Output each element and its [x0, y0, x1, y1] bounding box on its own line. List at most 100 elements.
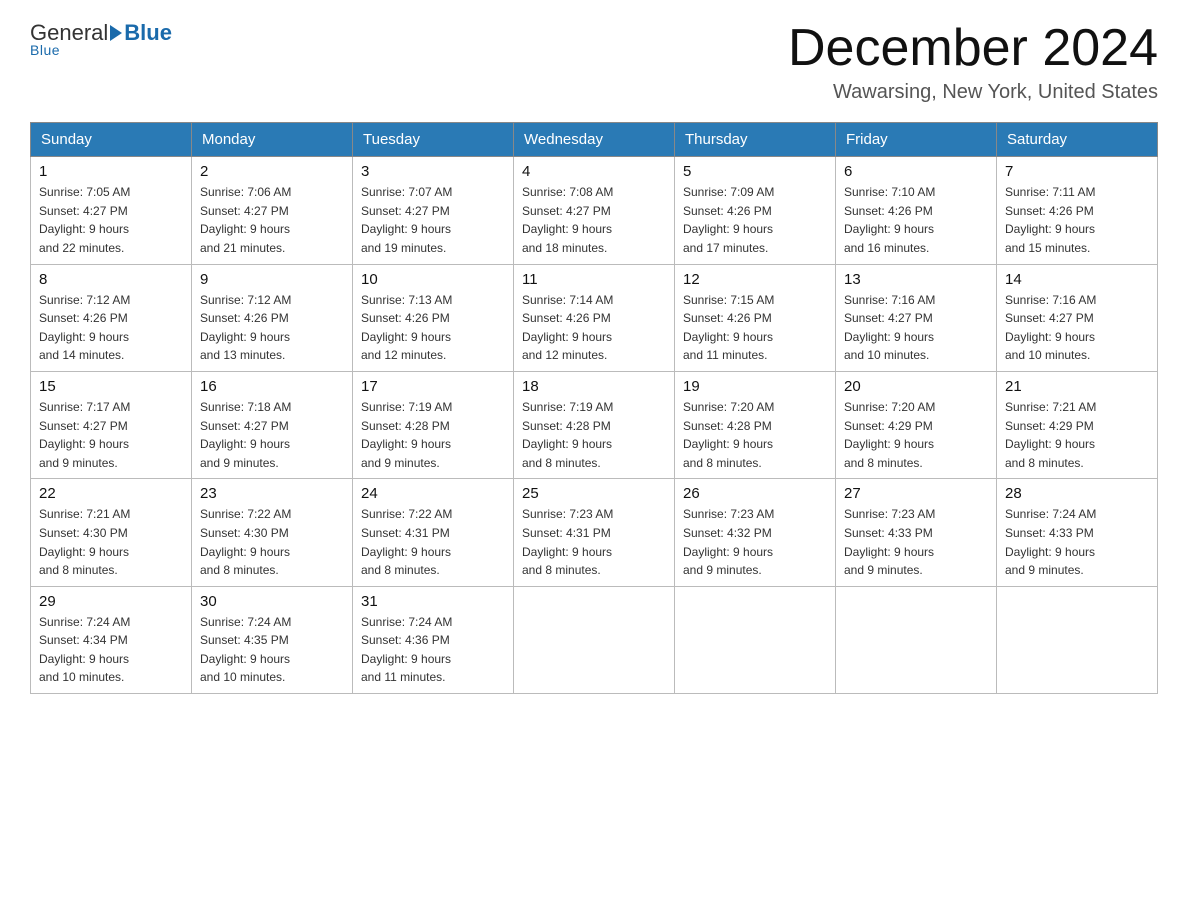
calendar-cell: 19 Sunrise: 7:20 AMSunset: 4:28 PMDaylig…	[675, 371, 836, 478]
day-number: 22	[39, 485, 183, 502]
day-info: Sunrise: 7:23 AMSunset: 4:31 PMDaylight:…	[522, 505, 666, 579]
day-info: Sunrise: 7:06 AMSunset: 4:27 PMDaylight:…	[200, 183, 344, 257]
day-info: Sunrise: 7:20 AMSunset: 4:29 PMDaylight:…	[844, 398, 988, 472]
day-info: Sunrise: 7:22 AMSunset: 4:31 PMDaylight:…	[361, 505, 505, 579]
calendar-cell: 18 Sunrise: 7:19 AMSunset: 4:28 PMDaylig…	[514, 371, 675, 478]
day-number: 9	[200, 271, 344, 288]
header-sunday: Sunday	[31, 123, 192, 157]
day-number: 21	[1005, 378, 1149, 395]
day-number: 7	[1005, 163, 1149, 180]
day-number: 1	[39, 163, 183, 180]
day-info: Sunrise: 7:09 AMSunset: 4:26 PMDaylight:…	[683, 183, 827, 257]
calendar-cell	[997, 586, 1158, 693]
day-info: Sunrise: 7:12 AMSunset: 4:26 PMDaylight:…	[39, 291, 183, 365]
day-number: 26	[683, 485, 827, 502]
calendar-cell: 1 Sunrise: 7:05 AMSunset: 4:27 PMDayligh…	[31, 157, 192, 264]
day-info: Sunrise: 7:11 AMSunset: 4:26 PMDaylight:…	[1005, 183, 1149, 257]
day-number: 24	[361, 485, 505, 502]
day-number: 8	[39, 271, 183, 288]
calendar-cell: 24 Sunrise: 7:22 AMSunset: 4:31 PMDaylig…	[353, 479, 514, 586]
day-number: 18	[522, 378, 666, 395]
calendar-cell: 8 Sunrise: 7:12 AMSunset: 4:26 PMDayligh…	[31, 264, 192, 371]
day-info: Sunrise: 7:19 AMSunset: 4:28 PMDaylight:…	[361, 398, 505, 472]
calendar-cell: 29 Sunrise: 7:24 AMSunset: 4:34 PMDaylig…	[31, 586, 192, 693]
day-info: Sunrise: 7:17 AMSunset: 4:27 PMDaylight:…	[39, 398, 183, 472]
calendar-cell: 15 Sunrise: 7:17 AMSunset: 4:27 PMDaylig…	[31, 371, 192, 478]
header-tuesday: Tuesday	[353, 123, 514, 157]
day-number: 17	[361, 378, 505, 395]
day-number: 4	[522, 163, 666, 180]
day-number: 25	[522, 485, 666, 502]
day-number: 13	[844, 271, 988, 288]
calendar-cell: 25 Sunrise: 7:23 AMSunset: 4:31 PMDaylig…	[514, 479, 675, 586]
day-info: Sunrise: 7:14 AMSunset: 4:26 PMDaylight:…	[522, 291, 666, 365]
logo-subtitle: Blue	[30, 42, 60, 58]
calendar-cell: 13 Sunrise: 7:16 AMSunset: 4:27 PMDaylig…	[836, 264, 997, 371]
calendar-cell: 14 Sunrise: 7:16 AMSunset: 4:27 PMDaylig…	[997, 264, 1158, 371]
week-row-2: 8 Sunrise: 7:12 AMSunset: 4:26 PMDayligh…	[31, 264, 1158, 371]
day-info: Sunrise: 7:19 AMSunset: 4:28 PMDaylight:…	[522, 398, 666, 472]
week-row-3: 15 Sunrise: 7:17 AMSunset: 4:27 PMDaylig…	[31, 371, 1158, 478]
calendar-cell: 10 Sunrise: 7:13 AMSunset: 4:26 PMDaylig…	[353, 264, 514, 371]
calendar-table: Sunday Monday Tuesday Wednesday Thursday…	[30, 122, 1158, 694]
day-number: 29	[39, 593, 183, 610]
day-info: Sunrise: 7:24 AMSunset: 4:34 PMDaylight:…	[39, 613, 183, 687]
header-thursday: Thursday	[675, 123, 836, 157]
calendar-cell: 11 Sunrise: 7:14 AMSunset: 4:26 PMDaylig…	[514, 264, 675, 371]
day-info: Sunrise: 7:24 AMSunset: 4:36 PMDaylight:…	[361, 613, 505, 687]
month-title: December 2024	[788, 20, 1158, 77]
day-info: Sunrise: 7:16 AMSunset: 4:27 PMDaylight:…	[1005, 291, 1149, 365]
calendar-cell: 30 Sunrise: 7:24 AMSunset: 4:35 PMDaylig…	[192, 586, 353, 693]
calendar-cell: 4 Sunrise: 7:08 AMSunset: 4:27 PMDayligh…	[514, 157, 675, 264]
day-info: Sunrise: 7:18 AMSunset: 4:27 PMDaylight:…	[200, 398, 344, 472]
day-number: 23	[200, 485, 344, 502]
day-number: 5	[683, 163, 827, 180]
day-number: 16	[200, 378, 344, 395]
day-number: 14	[1005, 271, 1149, 288]
day-number: 30	[200, 593, 344, 610]
calendar-cell: 3 Sunrise: 7:07 AMSunset: 4:27 PMDayligh…	[353, 157, 514, 264]
header-saturday: Saturday	[997, 123, 1158, 157]
title-section: December 2024 Wawarsing, New York, Unite…	[788, 20, 1158, 104]
calendar-cell: 31 Sunrise: 7:24 AMSunset: 4:36 PMDaylig…	[353, 586, 514, 693]
calendar-cell: 2 Sunrise: 7:06 AMSunset: 4:27 PMDayligh…	[192, 157, 353, 264]
week-row-5: 29 Sunrise: 7:24 AMSunset: 4:34 PMDaylig…	[31, 586, 1158, 693]
day-info: Sunrise: 7:21 AMSunset: 4:29 PMDaylight:…	[1005, 398, 1149, 472]
calendar-cell	[675, 586, 836, 693]
calendar-cell: 23 Sunrise: 7:22 AMSunset: 4:30 PMDaylig…	[192, 479, 353, 586]
calendar-cell: 6 Sunrise: 7:10 AMSunset: 4:26 PMDayligh…	[836, 157, 997, 264]
calendar-cell: 21 Sunrise: 7:21 AMSunset: 4:29 PMDaylig…	[997, 371, 1158, 478]
day-number: 10	[361, 271, 505, 288]
calendar-cell: 20 Sunrise: 7:20 AMSunset: 4:29 PMDaylig…	[836, 371, 997, 478]
header-wednesday: Wednesday	[514, 123, 675, 157]
calendar-cell: 17 Sunrise: 7:19 AMSunset: 4:28 PMDaylig…	[353, 371, 514, 478]
day-info: Sunrise: 7:24 AMSunset: 4:35 PMDaylight:…	[200, 613, 344, 687]
day-info: Sunrise: 7:05 AMSunset: 4:27 PMDaylight:…	[39, 183, 183, 257]
day-info: Sunrise: 7:21 AMSunset: 4:30 PMDaylight:…	[39, 505, 183, 579]
header-monday: Monday	[192, 123, 353, 157]
location-label: Wawarsing, New York, United States	[788, 81, 1158, 104]
calendar-cell: 28 Sunrise: 7:24 AMSunset: 4:33 PMDaylig…	[997, 479, 1158, 586]
day-info: Sunrise: 7:13 AMSunset: 4:26 PMDaylight:…	[361, 291, 505, 365]
day-number: 12	[683, 271, 827, 288]
day-number: 15	[39, 378, 183, 395]
day-info: Sunrise: 7:10 AMSunset: 4:26 PMDaylight:…	[844, 183, 988, 257]
calendar-cell: 12 Sunrise: 7:15 AMSunset: 4:26 PMDaylig…	[675, 264, 836, 371]
logo: General Blue Blue	[30, 20, 172, 58]
day-number: 20	[844, 378, 988, 395]
calendar-cell	[836, 586, 997, 693]
calendar-cell: 9 Sunrise: 7:12 AMSunset: 4:26 PMDayligh…	[192, 264, 353, 371]
calendar-cell: 27 Sunrise: 7:23 AMSunset: 4:33 PMDaylig…	[836, 479, 997, 586]
weekday-header-row: Sunday Monday Tuesday Wednesday Thursday…	[31, 123, 1158, 157]
day-info: Sunrise: 7:23 AMSunset: 4:32 PMDaylight:…	[683, 505, 827, 579]
day-number: 3	[361, 163, 505, 180]
day-number: 2	[200, 163, 344, 180]
week-row-4: 22 Sunrise: 7:21 AMSunset: 4:30 PMDaylig…	[31, 479, 1158, 586]
day-info: Sunrise: 7:08 AMSunset: 4:27 PMDaylight:…	[522, 183, 666, 257]
day-number: 27	[844, 485, 988, 502]
calendar-cell	[514, 586, 675, 693]
calendar-cell: 26 Sunrise: 7:23 AMSunset: 4:32 PMDaylig…	[675, 479, 836, 586]
day-info: Sunrise: 7:23 AMSunset: 4:33 PMDaylight:…	[844, 505, 988, 579]
calendar-cell: 7 Sunrise: 7:11 AMSunset: 4:26 PMDayligh…	[997, 157, 1158, 264]
header-friday: Friday	[836, 123, 997, 157]
